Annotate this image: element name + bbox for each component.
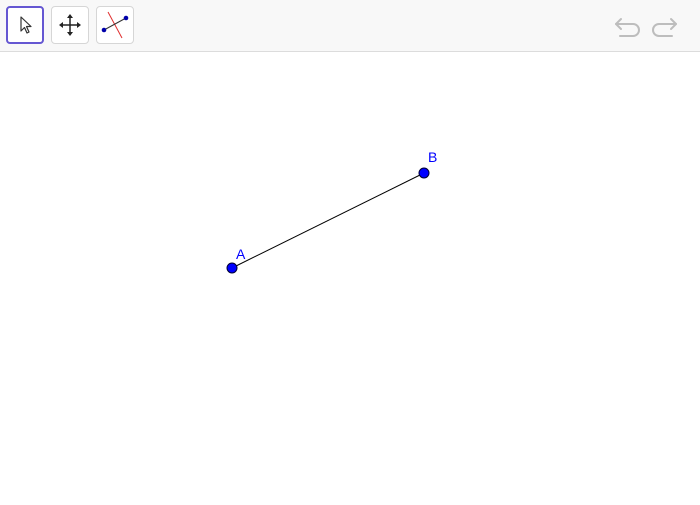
redo-button[interactable] [649, 12, 679, 40]
move-tool-button[interactable] [51, 6, 89, 44]
perpendicular-bisector-icon [101, 11, 129, 39]
cursor-arrow-icon [20, 16, 32, 34]
point-b[interactable] [418, 167, 430, 179]
point-a-label: A [236, 246, 246, 262]
redo-icon [652, 18, 677, 37]
segment-ab[interactable] [231, 172, 425, 269]
graphics-view[interactable]: A B [0, 53, 700, 500]
move-arrows-icon [59, 14, 81, 36]
select-tool-button[interactable] [6, 6, 44, 44]
graphics-canvas[interactable]: A B [0, 53, 700, 500]
perpendicular-bisector-tool-button[interactable] [96, 6, 134, 44]
undo-button[interactable] [613, 12, 643, 40]
toolbar [0, 0, 700, 52]
undo-icon [615, 18, 640, 37]
point-b-label: B [428, 149, 437, 165]
point-a[interactable] [226, 262, 238, 274]
